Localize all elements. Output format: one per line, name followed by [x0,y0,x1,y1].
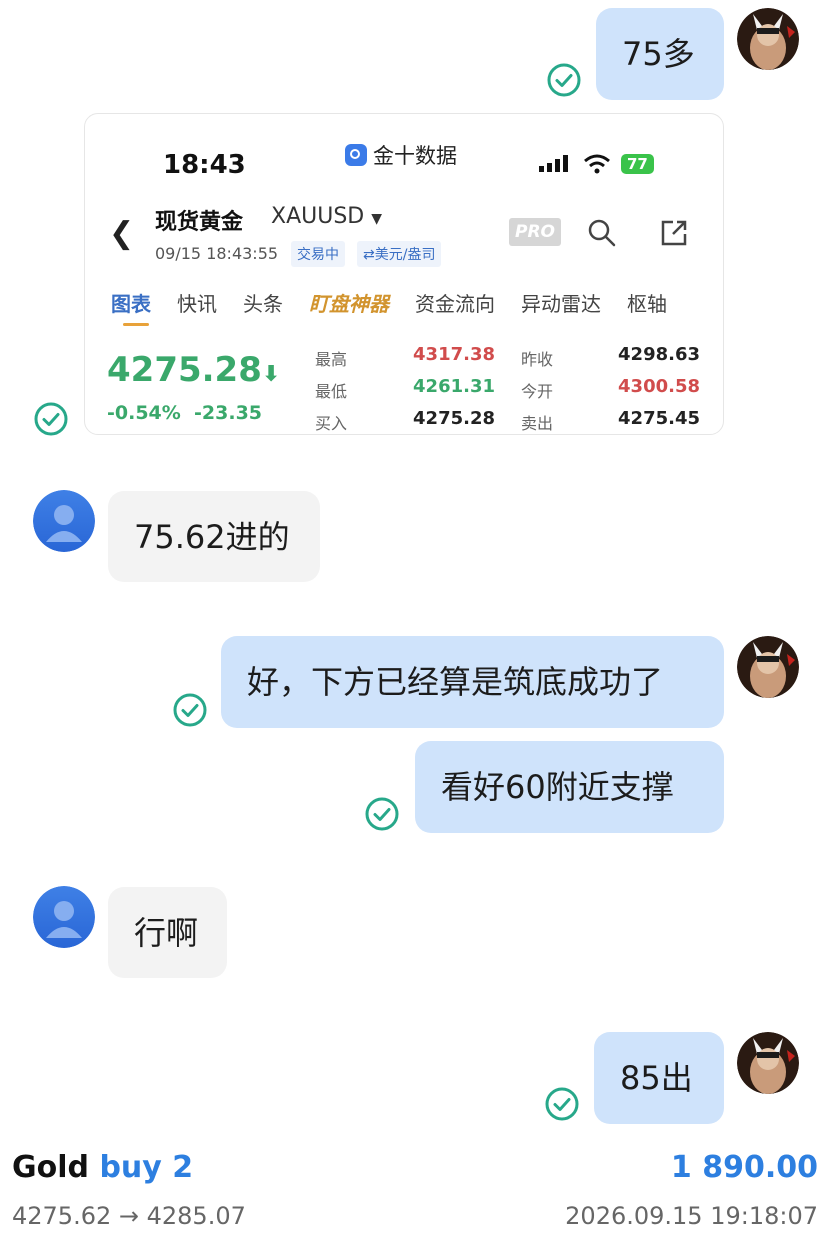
stock-quote-card[interactable]: 18:43 金十数据 77 ❮ 现货黄金 XAUUSD ▼ 09/15 18:4… [84,113,724,435]
message-bubble-incoming[interactable]: 行啊 [108,887,227,978]
tab-anomaly-radar[interactable]: 异动雷达 [521,288,601,317]
tab-fund-flow[interactable]: 资金流向 [415,288,495,317]
trade-profit: 1 890.00 [670,1150,818,1185]
open-value: 4300.58 [618,376,700,397]
read-check-icon [547,63,581,97]
message-text: 好，下方已经算是筑底成功了 [247,663,664,701]
share-icon[interactable] [659,218,689,248]
message-text: 行啊 [134,913,199,952]
tab-headlines[interactable]: 头条 [243,288,283,317]
sell-label: 卖出 [521,414,554,433]
price-value: 4275.28 [107,350,262,390]
message-bubble-outgoing[interactable]: 85出 [594,1032,724,1124]
low-value: 4261.31 [413,376,495,397]
trade-title: Gold buy 2 [12,1150,193,1185]
contact-avatar[interactable] [33,490,95,552]
open-label: 今开 [521,382,554,401]
wifi-icon [584,154,610,174]
tab-chart[interactable]: 图表 [111,288,151,317]
status-time: 18:43 [163,150,246,180]
user-avatar-icon [737,8,799,70]
trade-datetime: 2026.09.15 19:18:07 [565,1202,818,1230]
sell-value: 4275.45 [618,408,700,429]
my-avatar[interactable] [737,1032,799,1094]
my-avatar[interactable] [737,636,799,698]
buy-value: 4275.28 [413,408,495,429]
app-logo-icon [345,144,367,166]
message-text: 75.62进的 [134,517,290,556]
high-label: 最高 [315,350,348,369]
message-bubble-outgoing[interactable]: 75多 [596,8,724,100]
active-tab-indicator [123,323,149,326]
signal-icon [539,155,568,172]
user-avatar-icon [33,490,95,552]
symbol-text: XAUUSD [271,204,365,229]
current-price: 4275.28⬇ [107,350,280,390]
back-arrow-icon[interactable]: ❮ [109,216,134,251]
my-avatar[interactable] [737,8,799,70]
change-absolute: -23.35 [194,402,263,424]
contact-avatar[interactable] [33,886,95,948]
app-title: 金十数据 [345,140,457,170]
trade-side: buy 2 [99,1150,194,1185]
message-bubble-outgoing[interactable]: 好，下方已经算是筑底成功了 [221,636,724,728]
app-name: 金十数据 [373,144,457,168]
quote-datetime: 09/15 18:43:55 [155,244,279,263]
price-change: -0.54% -23.35 [107,402,262,424]
user-avatar-icon [33,886,95,948]
prev-close-value: 4298.63 [618,344,700,365]
user-avatar-icon [737,1032,799,1094]
tab-watch-tool[interactable]: 盯盘神器 [309,288,389,317]
change-percent: -0.54% [107,402,181,424]
dropdown-caret-icon: ▼ [371,211,383,227]
instrument-symbol[interactable]: XAUUSD ▼ [271,204,382,229]
read-check-icon [545,1087,579,1121]
trade-price-range: 4275.62 → 4285.07 [12,1202,246,1230]
tab-bar: 图表 快讯 头条 盯盘神器 资金流向 异动雷达 枢轴 [111,288,693,317]
instrument-name: 现货黄金 [155,210,244,235]
message-text: 85出 [620,1059,693,1097]
low-label: 最低 [315,382,348,401]
battery-indicator: 77 [621,154,654,174]
user-avatar-icon [737,636,799,698]
trade-instrument: Gold [12,1150,89,1185]
message-bubble-outgoing[interactable]: 看好60附近支撑 [415,741,724,833]
message-text: 75多 [622,35,695,73]
tab-flash[interactable]: 快讯 [177,288,217,317]
read-check-icon [173,693,207,727]
down-arrow-icon: ⬇ [261,362,281,387]
unit-badge: ⇄美元/盎司 [357,241,442,267]
status-icons: 77 [539,154,654,174]
search-icon[interactable] [587,218,617,248]
trading-status-badge: 交易中 [291,241,345,267]
high-value: 4317.38 [413,344,495,365]
pro-badge[interactable]: PRO [509,218,562,246]
message-text: 看好60附近支撑 [441,768,674,806]
tab-pivot[interactable]: 枢轴 [627,288,667,317]
prev-close-label: 昨收 [521,350,554,369]
read-check-icon [365,797,399,831]
message-bubble-incoming[interactable]: 75.62进的 [108,491,320,582]
read-check-icon [34,402,68,436]
buy-label: 买入 [315,414,348,433]
